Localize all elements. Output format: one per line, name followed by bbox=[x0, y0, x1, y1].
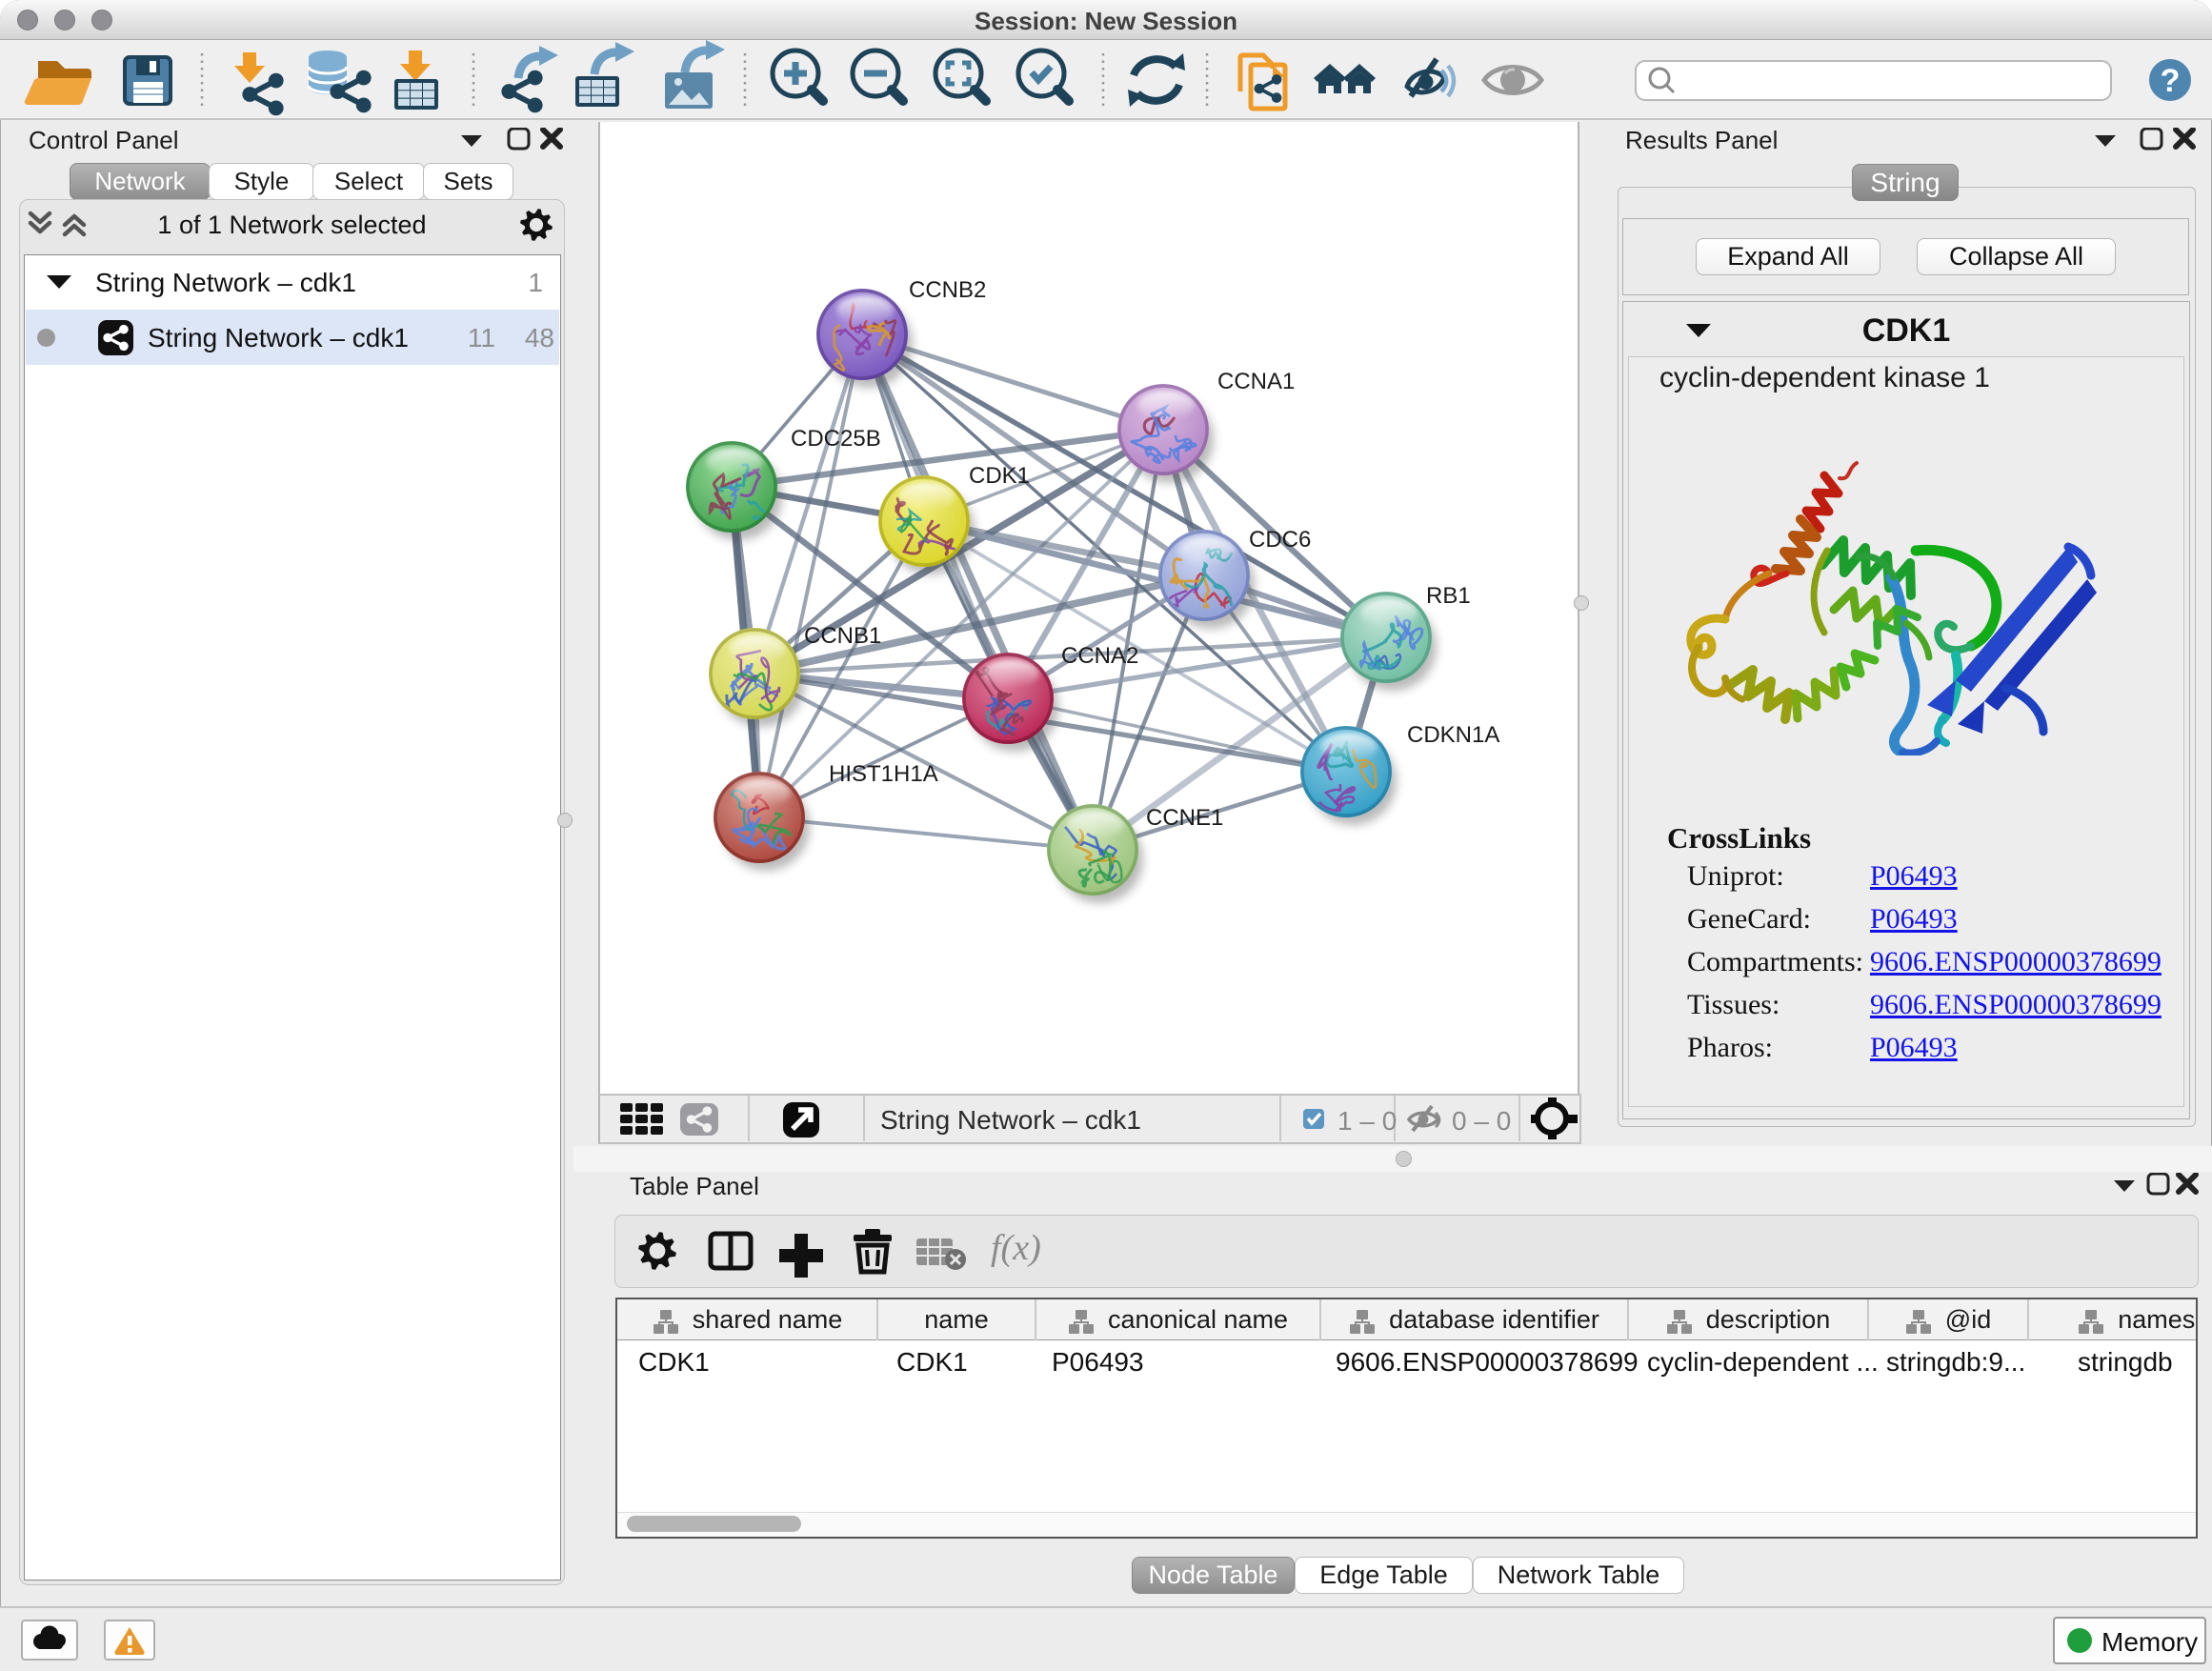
svg-text:CCNB2: CCNB2 bbox=[909, 277, 986, 303]
svg-text:CDC25B: CDC25B bbox=[791, 426, 881, 452]
svg-text:CDK1: CDK1 bbox=[969, 463, 1030, 489]
svg-text:CDKN1A: CDKN1A bbox=[1407, 722, 1499, 748]
svg-text:CDC6: CDC6 bbox=[1249, 527, 1311, 553]
svg-text:?: ? bbox=[2161, 63, 2181, 99]
svg-text:CCNB1: CCNB1 bbox=[804, 623, 881, 649]
svg-text:CCNA1: CCNA1 bbox=[1217, 369, 1295, 394]
svg-text:CCNE1: CCNE1 bbox=[1146, 805, 1223, 831]
svg-text:RB1: RB1 bbox=[1426, 583, 1471, 609]
svg-text:CCNA2: CCNA2 bbox=[1061, 643, 1138, 669]
svg-text:HIST1H1A: HIST1H1A bbox=[829, 761, 938, 787]
